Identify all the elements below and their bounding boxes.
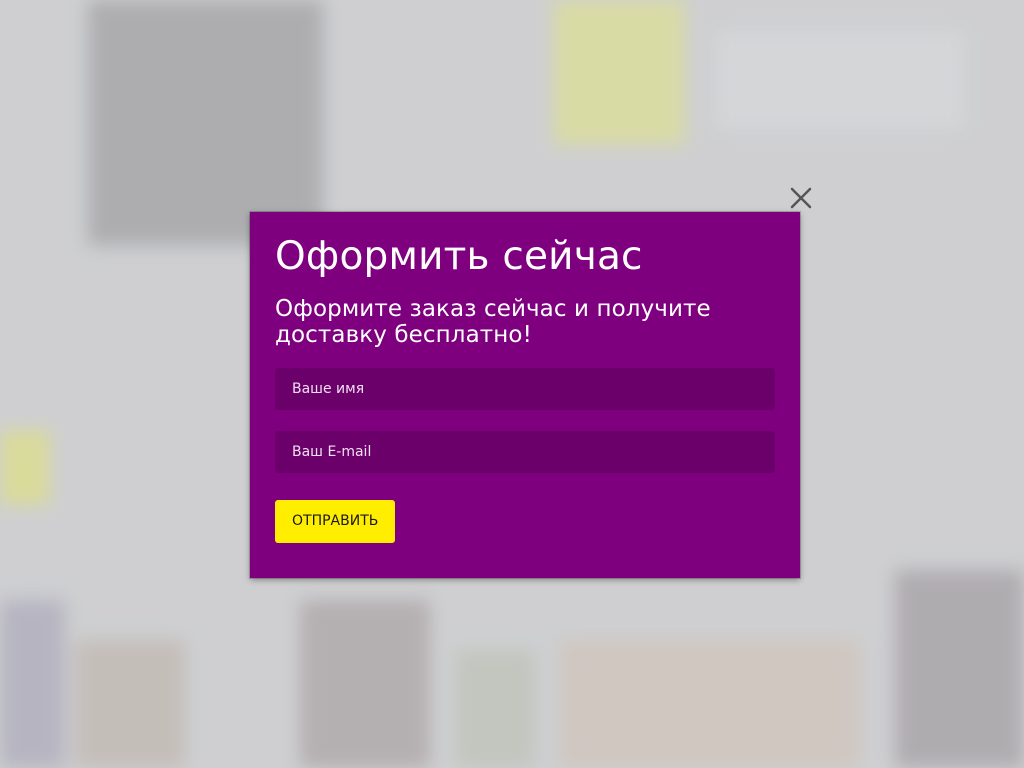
submit-button[interactable]: ОТПРАВИТЬ (275, 500, 396, 543)
email-input[interactable] (275, 431, 775, 473)
modal-title: Оформить сейчас (275, 234, 643, 279)
order-modal: Оформить сейчас Оформите заказ сейчас и … (250, 212, 800, 578)
name-input[interactable] (275, 368, 775, 410)
modal-subtitle: Оформите заказ сейчас и получите доставк… (275, 296, 711, 348)
close-icon (790, 187, 812, 209)
close-button[interactable] (786, 183, 816, 213)
